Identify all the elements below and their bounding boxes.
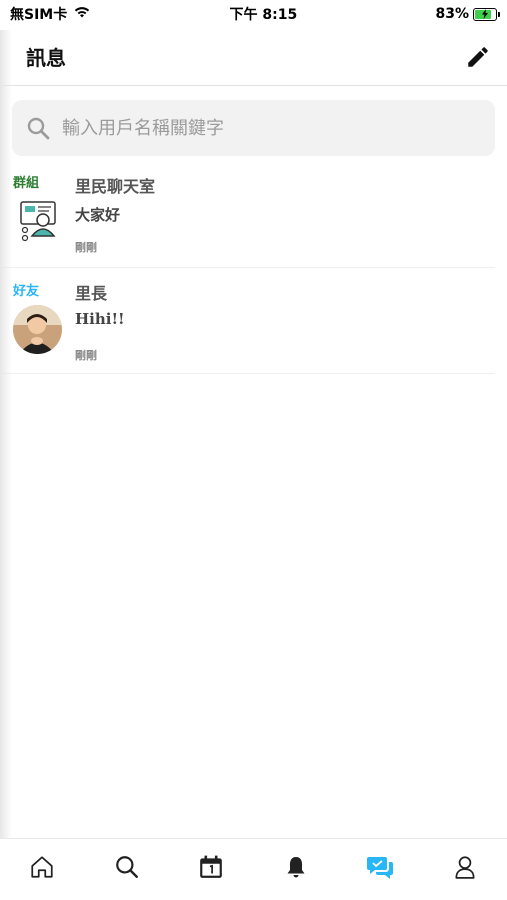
chat-type-tag: 好友 bbox=[13, 284, 40, 299]
tab-calendar[interactable] bbox=[191, 847, 231, 887]
pencil-icon bbox=[468, 46, 488, 67]
wifi-icon bbox=[73, 5, 91, 23]
home-icon bbox=[31, 855, 53, 878]
calendar-icon bbox=[200, 855, 223, 878]
chat-row-friend[interactable]: 好友 里長 Hihi!! 剛剛 bbox=[0, 268, 495, 374]
status-bar: 無SIM卡 下午 8:15 83% bbox=[0, 0, 507, 28]
app-header: 訊息 bbox=[0, 28, 507, 86]
tab-profile[interactable] bbox=[445, 847, 485, 887]
battery-percent: 83% bbox=[435, 6, 469, 22]
chat-icon bbox=[367, 856, 394, 879]
tab-search[interactable] bbox=[107, 847, 147, 887]
clock: 下午 8:15 bbox=[229, 7, 298, 23]
page-title: 訊息 bbox=[26, 46, 66, 70]
chat-row-group[interactable]: 群組 里民聊天室 大家好 剛剛 bbox=[0, 160, 495, 268]
status-right: 83% bbox=[435, 6, 500, 22]
bottom-tab-bar bbox=[0, 838, 507, 900]
status-left: 無SIM卡 bbox=[10, 4, 91, 24]
friend-avatar bbox=[13, 305, 62, 354]
search-bar[interactable] bbox=[12, 100, 495, 156]
chat-type-tag: 群組 bbox=[13, 176, 40, 191]
chat-last-message: 大家好 bbox=[75, 206, 121, 224]
compose-button[interactable] bbox=[463, 42, 493, 72]
battery-icon bbox=[472, 7, 500, 21]
user-icon bbox=[455, 855, 475, 879]
chat-timestamp: 剛剛 bbox=[75, 349, 97, 362]
chat-name: 里長 bbox=[75, 284, 108, 303]
bell-icon bbox=[287, 856, 305, 877]
chat-list: 群組 里民聊天室 大家好 剛剛 好友 里長 Hihi!! 剛剛 bbox=[0, 160, 507, 374]
chat-timestamp: 剛剛 bbox=[75, 241, 97, 254]
chat-last-message: Hihi!! bbox=[75, 310, 125, 328]
carrier-label: 無SIM卡 bbox=[10, 7, 68, 23]
page-edge-shadow bbox=[0, 30, 12, 838]
group-avatar bbox=[13, 198, 62, 247]
search-input[interactable] bbox=[62, 117, 462, 139]
tab-home[interactable] bbox=[22, 847, 62, 887]
tab-notifications[interactable] bbox=[276, 847, 316, 887]
search-icon bbox=[27, 117, 50, 140]
search-icon bbox=[115, 855, 138, 878]
tab-messages[interactable] bbox=[360, 847, 400, 887]
chat-name: 里民聊天室 bbox=[75, 177, 156, 196]
